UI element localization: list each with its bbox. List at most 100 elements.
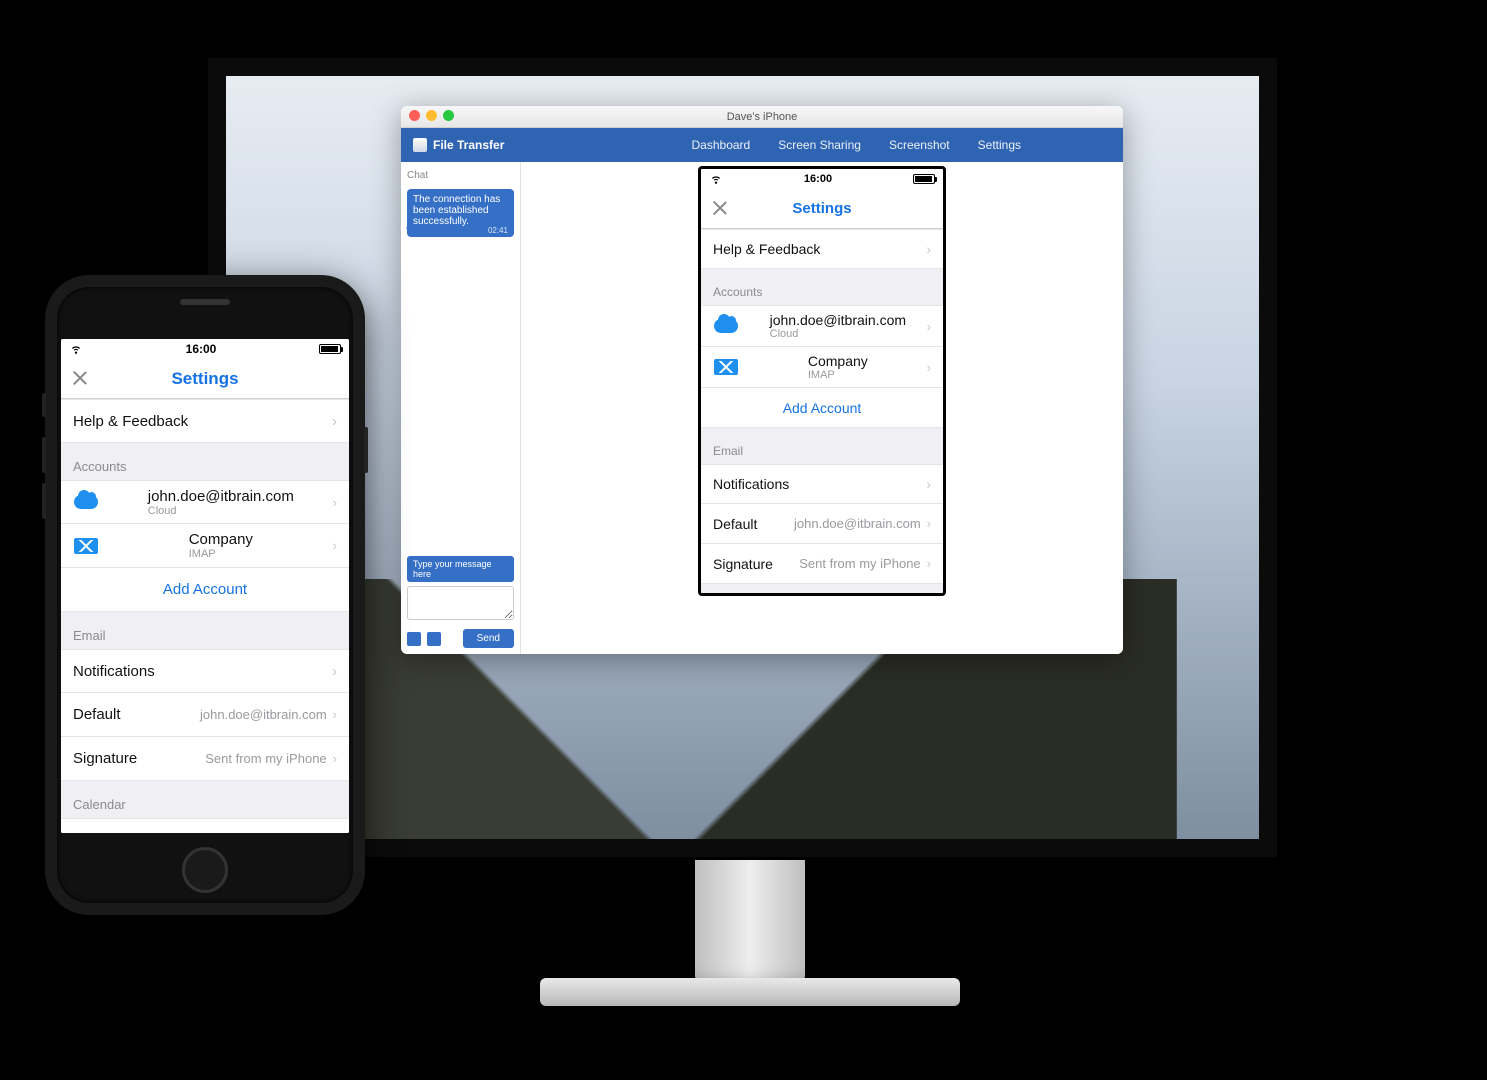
chat-send-button[interactable]: Send xyxy=(463,629,514,648)
row-account-imap[interactable]: Company IMAP › xyxy=(701,347,943,388)
chevron-right-icon: › xyxy=(332,663,337,680)
row-email-signature[interactable]: Signature Sent from my iPhone› xyxy=(61,737,349,781)
row-email-notifications[interactable]: Notifications › xyxy=(701,464,943,504)
phone-home-button[interactable] xyxy=(182,847,228,893)
add-account-label: Add Account xyxy=(783,400,862,416)
battery-icon xyxy=(319,344,341,354)
add-account-label: Add Account xyxy=(163,581,247,598)
email-notifications-label: Notifications xyxy=(713,476,789,492)
remote-support-window: Dave's iPhone File Transfer Dashboard Sc… xyxy=(401,106,1123,654)
settings-list[interactable]: Help & Feedback › Accounts john.doe@itbr… xyxy=(61,399,349,833)
row-add-account[interactable]: Add Account xyxy=(701,388,943,428)
chat-panel: Chat The connection has been established… xyxy=(401,162,521,654)
section-calendar: Calendar xyxy=(701,584,943,593)
file-transfer-icon xyxy=(413,138,427,152)
email-signature-label: Signature xyxy=(713,556,773,572)
chevron-right-icon: › xyxy=(927,556,931,571)
chevron-right-icon: › xyxy=(333,538,337,553)
email-signature-value: Sent from my iPhone xyxy=(205,751,326,766)
chevron-right-icon: › xyxy=(332,413,337,430)
section-calendar: Calendar xyxy=(61,781,349,818)
phone-power-button xyxy=(364,427,368,473)
close-icon[interactable] xyxy=(71,369,89,387)
ios-nav-bar: Settings xyxy=(701,189,943,229)
nudge-icon[interactable] xyxy=(427,632,441,646)
chat-input[interactable] xyxy=(407,586,514,620)
account-imap-kind: IMAP xyxy=(808,369,868,381)
tab-screenshot[interactable]: Screenshot xyxy=(889,138,950,152)
row-email-signature[interactable]: Signature Sent from my iPhone› xyxy=(701,544,943,584)
account-imap-name: Company xyxy=(189,531,253,548)
window-minimize-button[interactable] xyxy=(426,110,437,121)
row-account-cloud[interactable]: john.doe@itbrain.com Cloud › xyxy=(61,480,349,524)
email-default-label: Default xyxy=(73,706,121,723)
email-default-value: john.doe@itbrain.com xyxy=(794,516,921,531)
tab-dashboard[interactable]: Dashboard xyxy=(692,138,751,152)
monitor-stand-base xyxy=(540,978,960,1006)
chevron-right-icon: › xyxy=(927,516,931,531)
account-cloud-kind: Cloud xyxy=(770,328,906,340)
row-help-feedback[interactable]: Help & Feedback › xyxy=(61,399,349,443)
chat-message-time: 02:41 xyxy=(488,226,508,235)
account-cloud-name: john.doe@itbrain.com xyxy=(148,488,294,505)
row-calendar-notifications[interactable]: Notifications › xyxy=(61,818,349,833)
email-notifications-label: Notifications xyxy=(73,663,155,680)
chevron-right-icon: › xyxy=(333,707,337,722)
chevron-right-icon: › xyxy=(332,832,337,834)
row-email-notifications[interactable]: Notifications › xyxy=(61,649,349,693)
chevron-right-icon: › xyxy=(333,495,337,510)
chevron-right-icon: › xyxy=(926,241,931,257)
row-account-imap[interactable]: Company IMAP › xyxy=(61,524,349,568)
section-accounts: Accounts xyxy=(61,443,349,480)
close-icon[interactable] xyxy=(711,199,729,217)
window-titlebar[interactable]: Dave's iPhone xyxy=(401,106,1123,128)
remote-device-screen: 16:00 Settings Help & Feedback › xyxy=(698,166,946,596)
tab-settings[interactable]: Settings xyxy=(978,138,1021,152)
monitor-stand-neck xyxy=(695,860,805,980)
help-feedback-label: Help & Feedback xyxy=(713,241,820,257)
account-imap-kind: IMAP xyxy=(189,548,253,560)
help-feedback-label: Help & Feedback xyxy=(73,413,188,430)
chevron-right-icon: › xyxy=(927,360,931,375)
ios-status-bar: 16:00 xyxy=(61,339,349,359)
wifi-icon xyxy=(709,171,723,188)
settings-list[interactable]: Help & Feedback › Accounts john.doe@itbr… xyxy=(701,229,943,593)
phone-volume-down xyxy=(42,483,46,519)
section-accounts: Accounts xyxy=(701,269,943,305)
ios-nav-bar: Settings xyxy=(61,359,349,399)
window-zoom-button[interactable] xyxy=(443,110,454,121)
row-add-account[interactable]: Add Account xyxy=(61,568,349,612)
phone-mute-switch xyxy=(42,393,46,417)
file-transfer-brand[interactable]: File Transfer xyxy=(413,138,504,152)
row-help-feedback[interactable]: Help & Feedback › xyxy=(701,229,943,269)
row-account-cloud[interactable]: john.doe@itbrain.com Cloud › xyxy=(701,305,943,347)
chat-header: Chat xyxy=(401,162,520,185)
section-email: Email xyxy=(61,612,349,649)
attach-icon[interactable] xyxy=(407,632,421,646)
ios-status-bar: 16:00 xyxy=(701,169,943,189)
cloud-icon xyxy=(73,492,99,512)
cloud-icon xyxy=(713,316,739,336)
mail-icon xyxy=(713,357,739,377)
chat-message-bubble: The connection has been established succ… xyxy=(407,189,514,237)
battery-icon xyxy=(913,174,935,184)
window-title: Dave's iPhone xyxy=(727,111,798,123)
account-imap-name: Company xyxy=(808,353,868,369)
chevron-right-icon: › xyxy=(927,319,931,334)
phone-speaker xyxy=(180,299,230,305)
status-time: 16:00 xyxy=(186,342,217,356)
row-email-default[interactable]: Default john.doe@itbrain.com› xyxy=(61,693,349,737)
wifi-icon xyxy=(69,341,83,358)
account-cloud-kind: Cloud xyxy=(148,505,294,517)
tab-screen-sharing[interactable]: Screen Sharing xyxy=(778,138,861,152)
row-email-default[interactable]: Default john.doe@itbrain.com› xyxy=(701,504,943,544)
file-transfer-label: File Transfer xyxy=(433,138,504,152)
status-time: 16:00 xyxy=(804,173,832,185)
window-close-button[interactable] xyxy=(409,110,420,121)
calendar-notifications-label: Notifications xyxy=(73,832,155,834)
chat-input-hint: Type your message here xyxy=(407,556,514,582)
email-signature-label: Signature xyxy=(73,750,137,767)
chat-message-text: The connection has been established succ… xyxy=(413,194,500,227)
mail-icon xyxy=(73,536,99,556)
phone-volume-up xyxy=(42,437,46,473)
